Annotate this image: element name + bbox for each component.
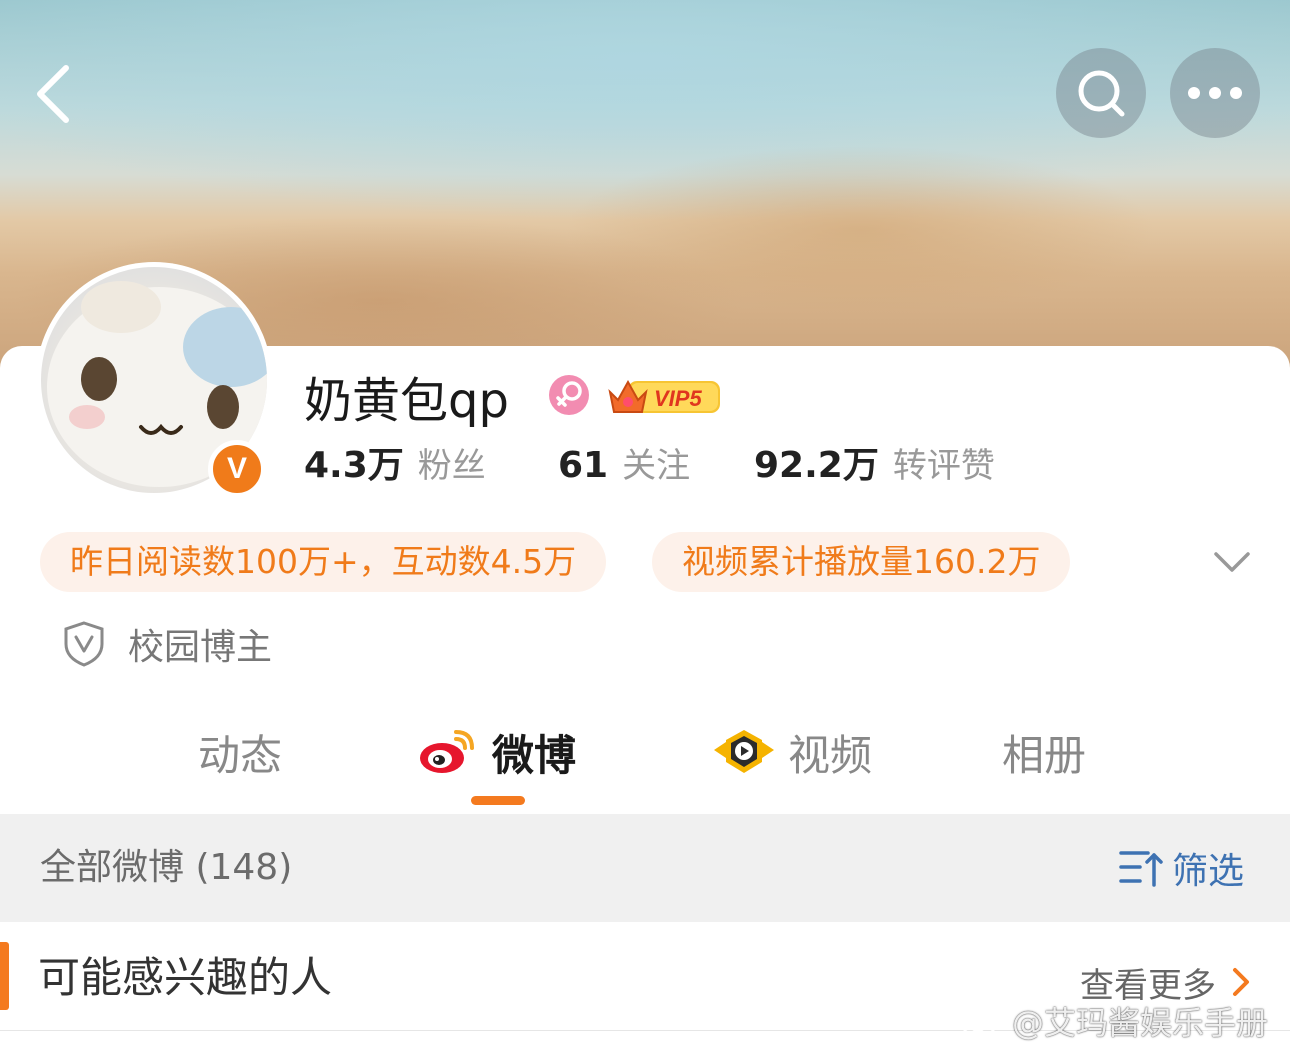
tab-weibo[interactable]: 微博 — [418, 712, 576, 792]
active-tab-indicator — [471, 796, 525, 805]
highlight-reads-pill[interactable]: 昨日阅读数100万+，互动数4.5万 — [40, 532, 607, 592]
more-button[interactable] — [1170, 48, 1260, 138]
female-icon — [549, 375, 589, 415]
verified-badge: V — [208, 440, 266, 498]
campus-blogger[interactable]: 校园博主 — [62, 616, 272, 672]
filter-label: 筛选 — [1172, 851, 1245, 892]
filter-icon — [1119, 851, 1163, 887]
tab-dynamics-label: 动态 — [198, 730, 283, 780]
stat-interactions-value: 92.2万 — [754, 445, 879, 486]
watermark: @艾玛酱娱乐手册 — [960, 996, 1268, 1046]
chevron-right-icon — [1233, 968, 1249, 996]
shield-v-icon — [64, 621, 104, 667]
campus-label: 校园博主 — [128, 627, 273, 668]
more-dots-icon — [1188, 87, 1242, 99]
all-posts-label: 全部微博 (148) — [40, 847, 293, 888]
search-icon — [1078, 70, 1125, 117]
vip-label: VIP5 — [654, 386, 702, 411]
tab-album-label: 相册 — [1002, 730, 1087, 780]
watermark-text: @艾玛酱娱乐手册 — [1012, 1004, 1269, 1042]
highlight-video-pill[interactable]: 视频累计播放量160.2万 — [652, 532, 1071, 592]
stat-following-label: 关注 — [622, 446, 691, 486]
tab-album[interactable]: 相册 — [1002, 712, 1086, 792]
username: 奶黄包qp — [304, 373, 509, 429]
filter-button[interactable]: 筛选 — [1118, 840, 1244, 896]
section-accent-bar — [0, 942, 9, 1010]
tab-weibo-label: 微博 — [492, 730, 577, 780]
stat-interactions-label: 转评赞 — [892, 446, 995, 486]
chevron-left-icon — [37, 65, 69, 123]
vip-badge[interactable]: VIP5 — [606, 372, 722, 418]
video-play-icon — [714, 730, 774, 773]
back-button[interactable] — [24, 54, 84, 134]
tab-video-label: 视频 — [788, 730, 873, 780]
filter-bar: 全部微博 (148) 筛选 — [0, 814, 1290, 922]
chevron-down-icon — [1214, 552, 1250, 572]
weibo-watermark-icon — [961, 1004, 1005, 1038]
expand-button[interactable] — [1206, 540, 1258, 584]
profile-tabs: 动态 微博 视频 相册 — [0, 712, 1290, 812]
search-button[interactable] — [1056, 48, 1146, 138]
stat-following[interactable]: 61 关注 — [558, 438, 690, 500]
tab-dynamics[interactable]: 动态 — [198, 712, 282, 792]
tab-video[interactable]: 视频 — [712, 712, 872, 792]
stat-following-value: 61 — [558, 445, 609, 486]
suggested-people-title: 可能感兴趣的人 — [38, 953, 333, 1002]
stat-followers-label: 粉丝 — [417, 446, 486, 486]
stat-followers[interactable]: 4.3万 粉丝 — [304, 438, 486, 500]
stat-interactions[interactable]: 92.2万 转评赞 — [754, 438, 995, 500]
stat-followers-value: 4.3万 — [304, 445, 404, 486]
weibo-icon — [420, 730, 474, 773]
